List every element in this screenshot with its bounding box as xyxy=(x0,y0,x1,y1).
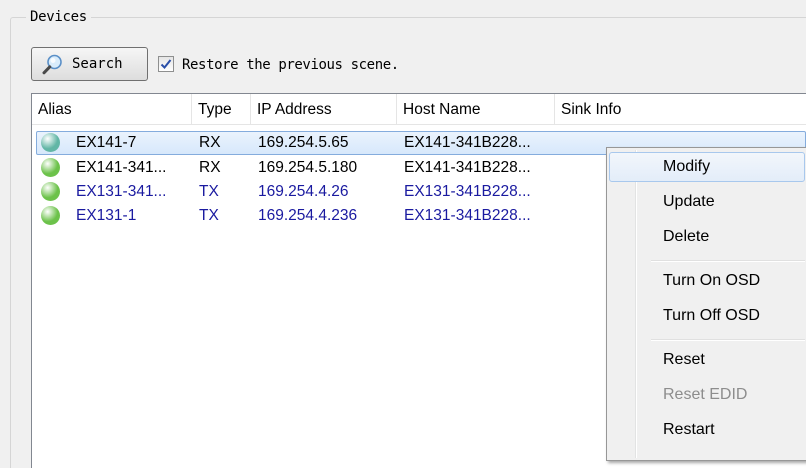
cell-type: TX xyxy=(199,207,219,224)
restore-scene-label[interactable]: Restore the previous scene. xyxy=(182,57,399,73)
menu-item-restart[interactable]: Restart xyxy=(609,415,805,445)
cell-alias: EX141-7 xyxy=(76,134,137,151)
column-header-hostname[interactable]: Host Name xyxy=(397,94,555,125)
cell-alias: EX141-341... xyxy=(76,159,167,176)
menu-item-turn-on-osd[interactable]: Turn On OSD xyxy=(609,266,805,296)
status-dot-icon xyxy=(41,133,60,152)
cell-alias: EX131-1 xyxy=(76,207,137,224)
column-header-type[interactable]: Type xyxy=(192,94,251,125)
cell-ip: 169.254.5.180 xyxy=(258,159,358,176)
column-header-ip[interactable]: IP Address xyxy=(251,94,397,125)
context-menu: Modify Update Delete Turn On OSD Turn Off OS… xyxy=(606,147,806,461)
checkmark-icon xyxy=(160,59,172,69)
cell-type: TX xyxy=(199,183,219,200)
menu-item-update[interactable]: Update xyxy=(609,187,805,217)
column-header-alias[interactable]: Alias xyxy=(32,94,192,125)
cell-ip: 169.254.4.26 xyxy=(258,183,349,200)
cell-hostname: EX131-341B228... xyxy=(404,183,531,200)
cell-ip: 169.254.4.236 xyxy=(258,207,358,224)
cell-hostname: EX131-341B228... xyxy=(404,207,531,224)
cell-hostname: EX141-341B228... xyxy=(404,159,531,176)
menu-separator xyxy=(651,260,805,262)
menu-item-reset[interactable]: Reset xyxy=(609,345,805,375)
cell-type: RX xyxy=(199,134,221,151)
menu-item-reset-edid: Reset EDID xyxy=(663,386,748,403)
menu-item-delete[interactable]: Delete xyxy=(609,222,805,252)
cell-ip: 169.254.5.65 xyxy=(258,134,349,151)
magnifier-icon xyxy=(42,54,62,75)
status-dot-icon xyxy=(41,158,60,177)
cell-type: RX xyxy=(199,159,221,176)
cell-alias: EX131-341... xyxy=(76,183,167,200)
menu-item-turn-off-osd[interactable]: Turn Off OSD xyxy=(609,301,805,331)
menu-separator xyxy=(651,339,805,341)
status-dot-icon xyxy=(41,182,60,201)
column-header-sinkinfo[interactable]: Sink Info xyxy=(555,94,806,125)
restore-scene-checkbox[interactable] xyxy=(158,56,174,72)
list-header: Alias Type IP Address Host Name Sink Inf… xyxy=(32,94,806,125)
cell-hostname: EX141-341B228... xyxy=(404,134,531,151)
search-button-label: Search xyxy=(72,56,123,72)
status-dot-icon xyxy=(41,206,60,225)
devices-group-title: Devices xyxy=(26,9,91,25)
menu-item-modify[interactable]: Modify xyxy=(609,152,805,182)
search-button[interactable]: Search xyxy=(31,47,148,81)
